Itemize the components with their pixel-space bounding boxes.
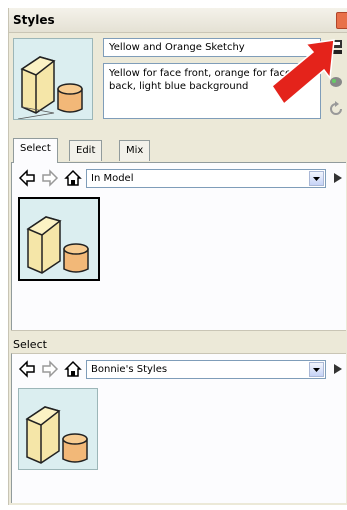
- chevron-down-icon[interactable]: [309, 171, 324, 186]
- tab-select[interactable]: Select: [13, 138, 58, 163]
- forward-arrow-icon[interactable]: [41, 360, 59, 378]
- current-style-panel: Yellow and Orange Sketchy Yellow for fac…: [11, 34, 346, 132]
- select-tab-content: In Model: [11, 163, 346, 331]
- update-style-icon[interactable]: [327, 38, 345, 56]
- tab-bar: Select Edit Mix: [11, 136, 346, 163]
- styles-window: Styles Yellow and Orange Sketchy Yellow …: [8, 8, 347, 505]
- style-description-field[interactable]: Yellow for face front, orange for face b…: [103, 63, 321, 119]
- secondary-collection-dropdown[interactable]: Bonnie's Styles: [86, 360, 326, 379]
- chevron-down-icon[interactable]: [309, 362, 324, 377]
- home-icon[interactable]: [64, 169, 82, 187]
- style-thumbnail-selected[interactable]: [18, 197, 100, 281]
- secondary-nav-row: Bonnie's Styles: [12, 358, 347, 380]
- current-style-thumbnail: [13, 38, 93, 120]
- secondary-select-label: Select: [13, 338, 47, 351]
- back-arrow-icon[interactable]: [18, 360, 36, 378]
- window-title: Styles: [13, 13, 55, 27]
- collection-nav-row: In Model: [12, 167, 347, 189]
- close-icon[interactable]: [336, 12, 347, 29]
- collection-dropdown-value: In Model: [91, 173, 134, 184]
- tab-edit[interactable]: Edit: [69, 140, 103, 161]
- back-arrow-icon[interactable]: [18, 169, 36, 187]
- refresh-icon[interactable]: [327, 100, 345, 118]
- collection-dropdown[interactable]: In Model: [86, 169, 326, 188]
- details-arrow-icon[interactable]: [330, 169, 347, 187]
- forward-arrow-icon[interactable]: [41, 169, 59, 187]
- panel-divider[interactable]: [11, 330, 346, 335]
- secondary-select-pane: Bonnie's Styles: [11, 353, 346, 503]
- home-icon[interactable]: [64, 360, 82, 378]
- style-thumbnail[interactable]: [18, 388, 98, 470]
- secondary-collection-value: Bonnie's Styles: [91, 364, 168, 375]
- title-bar: Styles: [9, 8, 347, 33]
- details-arrow-icon[interactable]: [330, 360, 347, 378]
- paint-bucket-icon[interactable]: [327, 72, 345, 90]
- tab-mix[interactable]: Mix: [119, 140, 151, 161]
- style-name-field[interactable]: Yellow and Orange Sketchy: [103, 38, 321, 57]
